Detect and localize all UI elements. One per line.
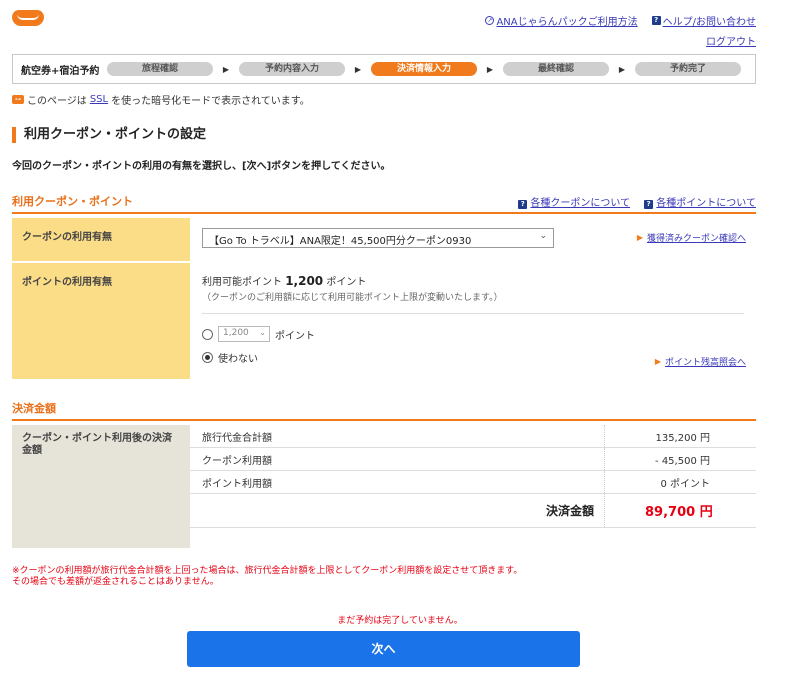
point-available: 利用可能ポイント 1,200 ポイント — [202, 273, 744, 288]
jalan-logo[interactable] — [12, 10, 44, 26]
page-intro: 今回のクーポン・ポイントの利用の有無を選択し、[次へ]ボタンを押してください。 — [12, 161, 391, 172]
payment-total-value: 89,700 円 — [604, 494, 756, 527]
page-title: 利用クーポン・ポイントの設定 — [12, 127, 206, 143]
next-button[interactable]: 次へ — [187, 631, 580, 667]
not-complete-notice: まだ予約は完了していません。 — [337, 616, 463, 626]
ssl-link[interactable]: SSL — [90, 94, 108, 105]
table-row: クーポン利用額 - 45,500 円 — [190, 448, 756, 471]
point-amount-value: 1,200 — [223, 328, 249, 338]
ssl-notice: ⊶ このページは SSL を使った暗号化モードで表示されています。 — [12, 92, 310, 107]
point-available-prefix: 利用可能ポイント — [202, 277, 282, 288]
help-icon: ? — [518, 200, 528, 209]
payment-key: ポイント利用額 — [202, 478, 272, 490]
payment-value: - 45,500 円 — [604, 448, 756, 470]
point-unit: ポイント — [275, 330, 315, 342]
payment-key: 旅行代金合計額 — [202, 432, 272, 444]
header-link-usage-label[interactable]: ANAじゃらんパックご利用方法 — [496, 13, 637, 28]
coupon-warning: ※クーポンの利用額が旅行代金合計額を上回った場合は、旅行代金合計額を上限としてク… — [12, 566, 522, 588]
header-links: ↗ ANAじゃらんパックご利用方法 ? ヘルプ/お問い合わせ — [485, 13, 756, 28]
point-amount-select[interactable]: 1,200 ⌄ — [218, 326, 270, 342]
header-link-help-label[interactable]: ヘルプ/お問い合わせ — [663, 13, 756, 28]
payment-value: 135,200 円 — [604, 425, 756, 447]
step-complete: 予約完了 — [635, 62, 741, 76]
coupon-check-link[interactable]: ▶ 獲得済みクーポン確認へ — [637, 231, 746, 244]
point-info-label[interactable]: 各種ポイントについて — [656, 198, 756, 209]
coupon-section-heading: 利用クーポン・ポイント ? 各種クーポンについて ? 各種ポイントについて — [12, 193, 756, 214]
progress-steps: 航空券+宿泊予約 旅程確認 ▶ 予約内容入力 ▶ 決済情報入力 ▶ 最終確認 ▶… — [12, 54, 756, 84]
payment-table: 旅行代金合計額 135,200 円 クーポン利用額 - 45,500 円 ポイン… — [190, 425, 756, 548]
payment-section-title: 決済金額 — [12, 402, 56, 415]
steps-label: 航空券+宿泊予約 — [21, 65, 100, 77]
coupon-select-value: 【Go To トラベル】ANA限定！45,500円分クーポン0930 — [209, 236, 472, 247]
external-icon: ↗ — [485, 16, 495, 25]
coupon-label: クーポンの利用有無 — [12, 218, 190, 261]
table-row: ポイント利用額 0 ポイント — [190, 471, 756, 494]
payment-value: 0 ポイント — [604, 471, 756, 493]
point-row: ポイントの利用有無 利用可能ポイント 1,200 ポイント （クーポンのご利用額… — [12, 263, 756, 379]
header-link-help[interactable]: ? ヘルプ/お問い合わせ — [651, 13, 756, 28]
payment-total-row: 決済金額 89,700 円 — [190, 494, 756, 528]
step-arrow-icon: ▶ — [618, 64, 626, 74]
ssl-prefix: このページは — [27, 96, 87, 107]
point-balance-link[interactable]: ▶ ポイント残高照会へ — [655, 355, 746, 368]
header-link-usage[interactable]: ↗ ANAじゃらんパックご利用方法 — [485, 13, 638, 28]
table-row: 旅行代金合計額 135,200 円 — [190, 425, 756, 448]
step-payment-input: 決済情報入力 — [371, 62, 477, 76]
coupon-select[interactable]: 【Go To トラベル】ANA限定！45,500円分クーポン0930 ⌄ — [202, 228, 554, 248]
point-label: ポイントの利用有無 — [12, 263, 190, 379]
step-arrow-icon: ▶ — [486, 64, 494, 74]
step-final-confirm: 最終確認 — [503, 62, 609, 76]
point-use-radio[interactable] — [202, 328, 213, 340]
chevron-down-icon: ⌄ — [539, 231, 547, 241]
point-no-use-radio[interactable] — [202, 352, 213, 363]
chevron-down-icon: ⌄ — [259, 328, 266, 337]
coupon-row: クーポンの利用有無 【Go To トラベル】ANA限定！45,500円分クーポン… — [12, 218, 756, 262]
divider — [202, 313, 744, 314]
payment-label: クーポン・ポイント利用後の決済金額 — [12, 425, 190, 548]
point-no-use-label: 使わない — [218, 354, 258, 365]
point-info-link[interactable]: ? 各種ポイントについて — [644, 194, 756, 209]
help-icon: ? — [644, 200, 654, 209]
payment-section-heading: 決済金額 — [12, 400, 756, 421]
triangle-right-icon: ▶ — [636, 233, 643, 242]
step-booking-input: 予約内容入力 — [239, 62, 345, 76]
point-available-suffix: ポイント — [326, 277, 367, 288]
triangle-right-icon: ▶ — [654, 357, 661, 366]
logout-link[interactable]: ログアウト — [706, 33, 756, 48]
payment-total-label: 決済金額 — [545, 504, 594, 518]
payment-row: クーポン・ポイント利用後の決済金額 旅行代金合計額 135,200 円 クーポン… — [12, 425, 756, 548]
point-note: （クーポンのご利用額に応じて利用可能ポイント上限が変動いたします。） — [202, 293, 503, 303]
coupon-warning-line: その場合でも差額が返金されることはありません。 — [12, 577, 219, 587]
step-arrow-icon: ▶ — [222, 64, 230, 74]
coupon-warning-line: ※クーポンの利用額が旅行代金合計額を上回った場合は、旅行代金合計額を上限としてク… — [12, 566, 523, 576]
help-icon: ? — [651, 16, 661, 25]
payment-key: クーポン利用額 — [202, 455, 272, 467]
point-balance-label[interactable]: ポイント残高照会へ — [665, 355, 746, 368]
ssl-suffix: を使った暗号化モードで表示されています。 — [111, 96, 310, 107]
step-arrow-icon: ▶ — [354, 64, 362, 74]
point-use-option[interactable]: 1,200 ⌄ ポイント — [202, 326, 744, 342]
coupon-info-link[interactable]: ? 各種クーポンについて — [518, 194, 630, 209]
key-icon: ⊶ — [12, 95, 24, 104]
step-itinerary: 旅程確認 — [107, 62, 213, 76]
point-available-value: 1,200 — [285, 274, 324, 288]
coupon-check-label[interactable]: 獲得済みクーポン確認へ — [647, 231, 746, 244]
coupon-info-label[interactable]: 各種クーポンについて — [530, 198, 630, 209]
coupon-section-title: 利用クーポン・ポイント — [12, 195, 133, 208]
